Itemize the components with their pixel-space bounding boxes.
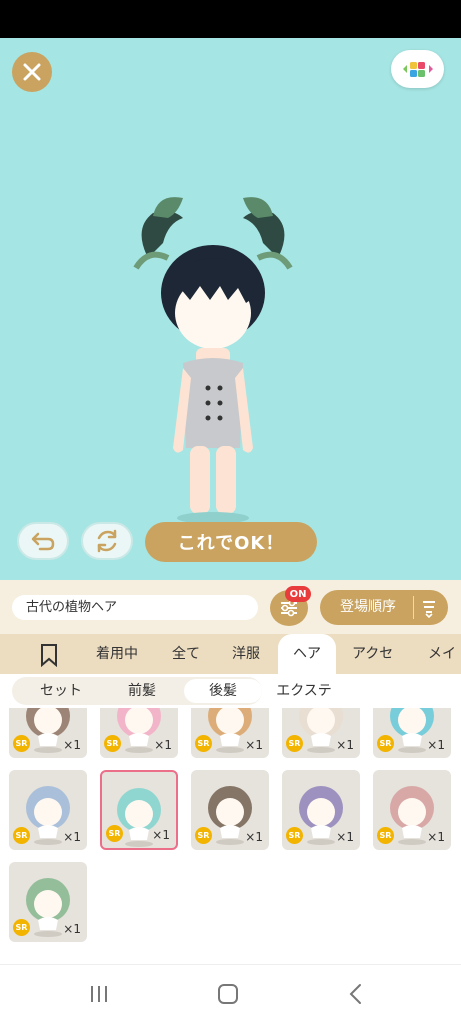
rarity-badge: SR (106, 825, 123, 842)
item-quantity: ×1 (154, 738, 172, 752)
hair-item-card[interactable]: SR ×1 (100, 708, 178, 758)
hair-item-card[interactable]: SR ×1 (282, 708, 360, 758)
home-icon[interactable] (216, 983, 240, 1005)
item-quantity: ×1 (245, 830, 263, 844)
hair-item-card[interactable]: SR ×1 (9, 708, 87, 758)
item-quantity: ×1 (427, 738, 445, 752)
tab-wearing[interactable]: 着用中 (96, 634, 138, 674)
subtab-extensions[interactable]: エクステ (274, 679, 334, 703)
item-quantity: ×1 (63, 830, 81, 844)
tab-hair[interactable]: ヘア (278, 634, 336, 674)
item-grid: SR ×1 SR ×1 SR ×1 SR ×1 SR ×1 SR ×1 SR ×1 SR ×1 SR ×1 SR ×1… (0, 708, 461, 964)
avatar-figure (133, 197, 293, 524)
rarity-badge: SR (286, 827, 303, 844)
hair-item-card[interactable]: SR ×1 (373, 770, 451, 850)
rarity-badge: SR (377, 735, 394, 752)
subtab-front-hair[interactable]: 前髪 (124, 679, 160, 703)
system-nav-bar (0, 964, 461, 1024)
hair-item-card[interactable]: SR ×1 (373, 708, 451, 758)
rarity-badge: SR (286, 735, 303, 752)
item-quantity: ×1 (152, 828, 170, 842)
item-quantity: ×1 (63, 922, 81, 936)
close-button[interactable] (12, 52, 52, 92)
rarity-badge: SR (195, 735, 212, 752)
color-switch-button[interactable] (391, 50, 444, 88)
rotate-button[interactable] (81, 522, 133, 560)
hair-item-card[interactable]: SR ×1 (191, 708, 269, 758)
rarity-badge: SR (13, 919, 30, 936)
item-quantity: ×1 (336, 738, 354, 752)
sort-order-button[interactable]: 登場順序 (320, 590, 448, 625)
rarity-badge: SR (13, 735, 30, 752)
rotate-icon (97, 529, 117, 553)
hair-item-card[interactable]: SR ×1 (282, 770, 360, 850)
subtab-set[interactable]: セット (38, 679, 84, 703)
subtab-back-hair[interactable]: 後髪 (184, 679, 262, 703)
tab-bookmark[interactable] (38, 643, 60, 671)
undo-icon (31, 532, 55, 551)
confirm-ok-button[interactable]: これでOK！ (145, 522, 317, 562)
status-bar (0, 0, 461, 38)
back-icon[interactable] (346, 983, 366, 1005)
hair-item-card[interactable]: SR ×1 (100, 770, 178, 850)
rarity-badge: SR (195, 827, 212, 844)
tab-clothes[interactable]: 洋服 (232, 634, 260, 674)
item-name-bar: 古代の植物ヘア ON 登場順序 (0, 580, 461, 634)
hair-item-card[interactable]: SR ×1 (191, 770, 269, 850)
sort-label: 登場順序 (340, 599, 396, 615)
current-item-name: 古代の植物ヘア (12, 595, 258, 620)
item-quantity: ×1 (63, 738, 81, 752)
hair-item-card[interactable]: SR ×1 (9, 862, 87, 942)
rarity-badge: SR (377, 827, 394, 844)
hair-subtabs: セット 前髪 後髪 エクステ (0, 674, 461, 708)
rarity-badge: SR (104, 735, 121, 752)
category-tabs: 着用中 全て 洋服 ヘア アクセ メイク (0, 634, 461, 702)
bookmark-icon (41, 644, 57, 668)
sort-direction-icon (423, 601, 435, 618)
hair-item-card[interactable]: SR ×1 (9, 770, 87, 850)
rarity-badge: SR (13, 827, 30, 844)
item-quantity: ×1 (427, 830, 445, 844)
sort-divider (413, 596, 414, 619)
avatar-preview: これでOK！ (0, 38, 461, 580)
tab-accessories[interactable]: アクセ (352, 634, 393, 674)
filter-on-badge: ON (285, 586, 311, 602)
item-quantity: ×1 (245, 738, 263, 752)
undo-button[interactable] (17, 522, 69, 560)
recent-apps-icon[interactable] (88, 983, 110, 1005)
item-quantity: ×1 (336, 830, 354, 844)
close-icon (23, 63, 41, 81)
tab-all[interactable]: 全て (172, 634, 200, 674)
color-blocks-icon (402, 62, 433, 77)
tab-makeup[interactable]: メイク (428, 634, 461, 702)
